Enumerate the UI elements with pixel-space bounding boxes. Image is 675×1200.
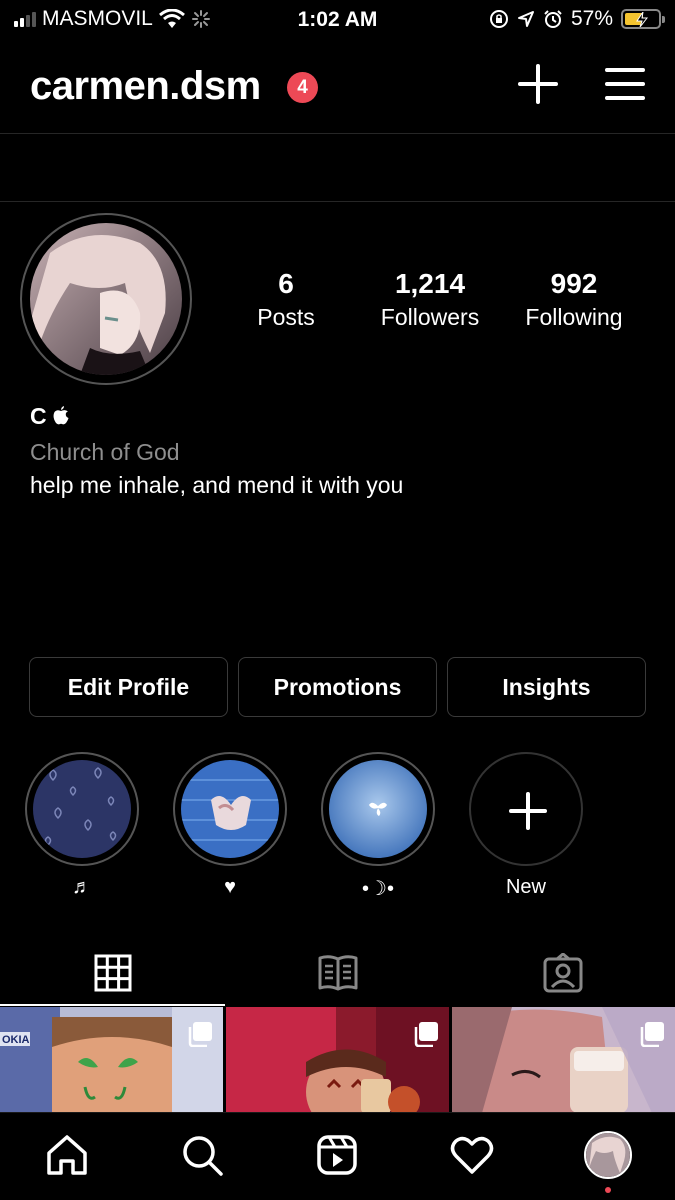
avatar [30, 223, 182, 375]
promotions-button[interactable]: Promotions [238, 657, 437, 717]
multiple-posts-icon [640, 1022, 664, 1047]
plus-icon [509, 792, 547, 830]
highlight-moon[interactable]: •☽• [321, 752, 435, 900]
highlight-heart[interactable]: ♥ [173, 752, 287, 900]
highlight-ring [321, 752, 435, 866]
highlight-caption: ♥ [224, 876, 236, 898]
search-icon[interactable] [180, 1133, 224, 1177]
tagged-icon [543, 953, 582, 993]
highlight-ring [469, 752, 583, 866]
highlight-cover [329, 760, 427, 858]
stat-label: Following [525, 304, 623, 330]
post-thumbnail[interactable] [226, 1007, 449, 1113]
highlight-caption: •☽• [362, 878, 394, 900]
highlight-ring [25, 752, 139, 866]
battery-icon [621, 9, 665, 29]
stat-posts[interactable]: 6 Posts [211, 268, 361, 331]
stat-label: Posts [257, 304, 315, 330]
new-highlight-button[interactable]: New [469, 752, 583, 900]
home-icon[interactable] [45, 1133, 89, 1177]
guide-icon [318, 955, 357, 991]
reels-icon[interactable] [315, 1133, 359, 1177]
profile-tab-avatar[interactable] [584, 1131, 632, 1179]
multiple-posts-icon [188, 1022, 212, 1047]
heart-icon[interactable] [450, 1133, 494, 1177]
hamburger-menu-icon[interactable] [603, 62, 647, 106]
profile-bio: help me inhale, and mend it with you [30, 472, 404, 498]
grid-icon [94, 954, 131, 992]
display-name: C [30, 403, 53, 429]
stat-value: 1,214 [394, 268, 466, 299]
status-right: 57% [489, 7, 665, 31]
highlight-music[interactable]: ♬ [25, 752, 139, 900]
battery-percent: 57% [570, 7, 613, 30]
post-thumbnail[interactable]: OKIA [0, 1007, 223, 1113]
edit-profile-button[interactable]: Edit Profile [29, 657, 228, 717]
header-spacer [0, 134, 675, 202]
stat-label: Followers [380, 304, 480, 330]
location-icon [517, 11, 534, 27]
orientation-lock-icon [489, 10, 508, 28]
notification-badge: 4 [287, 72, 318, 103]
highlight-caption: ♬ [72, 876, 92, 898]
highlight-caption: New [505, 876, 546, 898]
tab-guides[interactable] [225, 940, 450, 1006]
stat-value: 992 [550, 268, 598, 299]
plus-icon[interactable] [516, 62, 560, 106]
status-bar: MASMOVIL 1:02 AM 57% [0, 0, 675, 40]
bottom-nav [0, 1112, 675, 1200]
active-tab-indicator [0, 1004, 225, 1006]
highlight-ring [173, 752, 287, 866]
apple-icon [53, 406, 69, 425]
alarm-icon [544, 10, 562, 28]
username[interactable]: carmen.dsm [30, 64, 261, 109]
stat-value: 6 [278, 268, 294, 299]
tab-grid[interactable] [0, 940, 225, 1006]
stat-followers[interactable]: 1,214 Followers [355, 268, 505, 331]
post-sign-text: OKIA [2, 1034, 30, 1046]
tab-tagged[interactable] [450, 940, 675, 1006]
profile-category: Church of God [30, 439, 180, 465]
stat-following[interactable]: 992 Following [499, 268, 649, 331]
profile-header: carmen.dsm 4 [0, 40, 675, 134]
insights-button[interactable]: Insights [447, 657, 646, 717]
post-thumbnail[interactable] [452, 1007, 675, 1113]
highlight-cover [33, 760, 131, 858]
highlight-cover [181, 760, 279, 858]
display-name-row: C [30, 403, 69, 430]
multiple-posts-icon [414, 1022, 438, 1047]
notification-dot [605, 1187, 611, 1193]
profile-avatar[interactable] [20, 213, 192, 385]
